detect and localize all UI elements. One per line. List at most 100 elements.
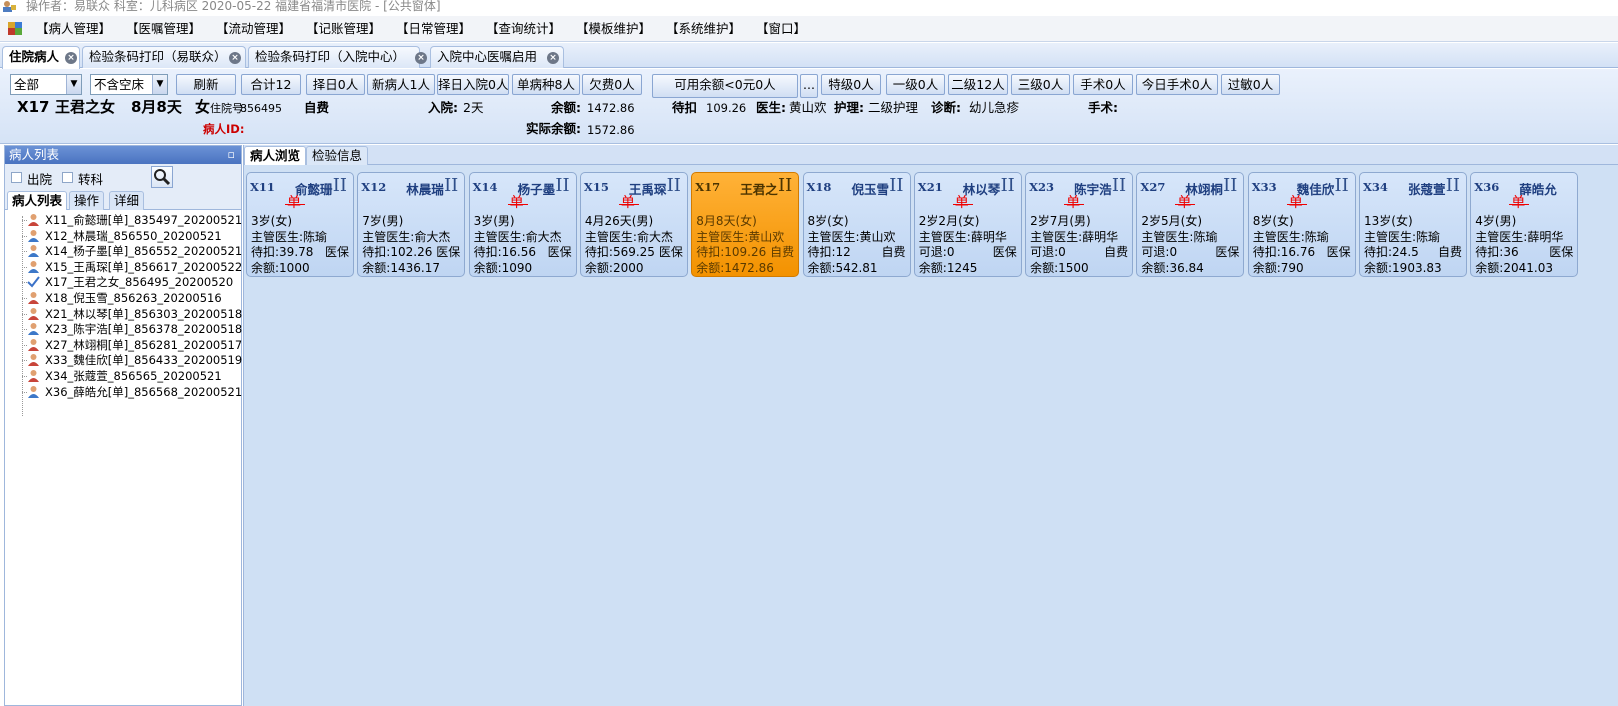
menu-daily-management[interactable]: 【日常管理】 bbox=[396, 22, 471, 36]
close-icon[interactable]: × bbox=[65, 52, 77, 64]
document-tab-strip: 住院病人 × 检验条码打印（易联众） × 检验条码打印（入院中心） × 入院中心… bbox=[0, 43, 1618, 69]
allergy-button[interactable]: 过敏0人 bbox=[1221, 74, 1280, 95]
close-icon[interactable]: × bbox=[229, 52, 241, 64]
bed-filter-select[interactable]: 不含空床 ▼ bbox=[90, 74, 168, 95]
special-level-button[interactable]: 特级0人 bbox=[821, 74, 881, 95]
patient-card[interactable]: X11 俞懿珊 II 单 3岁(女) 主管医生:陈瑜 待扣:39.78 医保 余额:1000 bbox=[246, 172, 354, 277]
tab-admission-order-enable[interactable]: 入院中心医嘱启用 × bbox=[430, 46, 564, 68]
menu-query-statistics[interactable]: 【查询统计】 bbox=[486, 22, 561, 36]
tree-connector bbox=[22, 313, 27, 315]
menu-template-maintenance[interactable]: 【模板维护】 bbox=[576, 22, 651, 36]
card-pending: 0 bbox=[1058, 245, 1066, 259]
patient-tree-item[interactable]: X12_林晨瑞_856550_20200521 bbox=[22, 228, 222, 244]
transfer-checkbox[interactable] bbox=[62, 172, 73, 183]
total-button[interactable]: 合计12 bbox=[241, 74, 301, 95]
menu-system-maintenance[interactable]: 【系统维护】 bbox=[666, 22, 741, 36]
more-options-button[interactable]: ... bbox=[800, 74, 818, 98]
scheduled-admission-button[interactable]: 择日入院0人 bbox=[437, 74, 509, 95]
level-one-button[interactable]: 一级0人 bbox=[886, 74, 945, 95]
card-doctor: 陈瑜 bbox=[1304, 230, 1329, 244]
bed-filter-value: 不含空床 bbox=[94, 77, 145, 92]
surgery-button[interactable]: 手术0人 bbox=[1073, 74, 1133, 95]
tab-barcode-print-ylz[interactable]: 检验条码打印（易联众） × bbox=[82, 46, 246, 68]
card-nursing-level: II bbox=[1000, 175, 1015, 196]
discharged-label: 出院 bbox=[27, 172, 53, 187]
patient-tree-item[interactable]: X14_杨子墨[单]_856552_20200521 bbox=[22, 243, 242, 259]
arrears-button[interactable]: 欠费0人 bbox=[582, 74, 642, 95]
discharged-checkbox[interactable] bbox=[11, 172, 22, 183]
patient-tree-item[interactable]: X36_薛皓允[单]_856568_20200521 bbox=[22, 384, 242, 400]
new-patients-button[interactable]: 新病人1人 bbox=[367, 74, 435, 95]
menu-patient-management[interactable]: 【病人管理】 bbox=[36, 22, 111, 36]
card-pending-label: 可退: bbox=[1141, 245, 1170, 259]
pin-icon[interactable]: ▫ bbox=[228, 146, 235, 164]
patient-tree-item[interactable]: X11_俞懿珊[单]_835497_20200521 bbox=[22, 212, 242, 228]
tab-inpatients[interactable]: 住院病人 × bbox=[2, 46, 80, 69]
patient-tree-item[interactable]: X34_张蔻萱_856565_20200521 bbox=[22, 368, 222, 384]
patient-card[interactable]: X17 王君之 II 8月8天(女) 主管医生:黄山欢 待扣:109.26 自费 余额:147… bbox=[691, 172, 800, 277]
patient-card[interactable]: X18 倪玉雪 II 8岁(女) 主管医生:黄山欢 待扣:12 自费 余额:542.81 bbox=[802, 172, 911, 277]
patient-card[interactable]: X12 林晨瑞 II 7岁(男) 主管医生:俞大杰 待扣:102.26 医保 余额:1436.… bbox=[357, 172, 466, 277]
level-two-button[interactable]: 二级12人 bbox=[948, 74, 1008, 95]
card-pending: 0 bbox=[1169, 245, 1178, 259]
today-surgery-button[interactable]: 今日手术0人 bbox=[1136, 74, 1218, 95]
patient-card[interactable]: X34 张蔻萱 II 13岁(女) 主管医生:陈瑜 待扣:24.5 自费 余额:1903.83 bbox=[1359, 172, 1467, 277]
card-nursing-level: II bbox=[332, 175, 347, 196]
patient-tree-item[interactable]: X17_王君之女_856495_20200520 bbox=[22, 274, 233, 290]
single-disease-button[interactable]: 单病种8人 bbox=[512, 74, 580, 95]
patient-card[interactable]: X21 林以琴 II 单 2岁2月(女) 主管医生:薛明华 可退:0 医保 余额:1245 bbox=[913, 172, 1022, 277]
menu-billing-management[interactable]: 【记账管理】 bbox=[306, 22, 381, 36]
patient-card[interactable]: X15 王禹琛 II 单 4月26天(男) 主管医生:俞大杰 待扣:569.25 医保 余额:2… bbox=[579, 172, 688, 277]
patient-tree-item[interactable]: X23_陈宇浩[单]_856378_20200518 bbox=[22, 321, 242, 337]
card-pending-label: 待扣: bbox=[362, 245, 391, 259]
menu-window[interactable]: 【窗口】 bbox=[756, 22, 806, 36]
card-nursing-level: II bbox=[1334, 175, 1349, 196]
close-icon[interactable]: × bbox=[415, 52, 427, 64]
card-age: 8岁(女) bbox=[1252, 214, 1294, 228]
patient-tree-item[interactable]: X18_倪玉雪_856263_20200516 bbox=[22, 290, 222, 306]
patient-card[interactable]: X23 陈宇浩 II 单 2岁7月(男) 主管医生:薛明华 可退:0 自费 余额:1500 bbox=[1025, 172, 1134, 277]
patient-tree-item[interactable]: X33_魏佳欣[单]_856433_20200519 bbox=[22, 352, 242, 368]
tab-barcode-print-admission[interactable]: 检验条码打印（入院中心） × bbox=[248, 46, 427, 68]
ward-filter-select[interactable]: 全部 ▼ bbox=[10, 74, 82, 95]
card-bed: X17 bbox=[695, 180, 721, 194]
card-bed: X33 bbox=[1251, 180, 1277, 194]
patient-tree-item[interactable]: X27_林翊桐[单]_856281_20200517 bbox=[22, 337, 242, 353]
patient-tree-item[interactable]: X15_王禹琛[单]_856617_20200522 bbox=[22, 259, 242, 275]
patient-card[interactable]: X33 魏佳欣 II 单 8岁(女) 主管医生:陈瑜 待扣:16.76 医保 余额:790 bbox=[1247, 172, 1356, 277]
chevron-down-icon[interactable]: ▼ bbox=[66, 75, 81, 94]
menu-order-management[interactable]: 【医嘱管理】 bbox=[126, 22, 201, 36]
card-age: 7岁(男) bbox=[362, 214, 404, 228]
patient-card[interactable]: X36 薛皓允单 4岁(男) 主管医生:薛明华 待扣:36 医保 余额:2041.03 bbox=[1470, 172, 1579, 277]
tree-connector bbox=[22, 329, 27, 331]
card-insurance: 医保 bbox=[324, 245, 349, 259]
card-balance: 1436.17 bbox=[390, 261, 440, 275]
level-three-button[interactable]: 三级0人 bbox=[1011, 74, 1070, 95]
card-age: 8月8天(女) bbox=[696, 214, 757, 228]
refresh-button[interactable]: 刷新 bbox=[176, 74, 236, 95]
tab-details[interactable]: 详细 bbox=[109, 191, 145, 210]
window-menu-icon[interactable] bbox=[8, 22, 22, 35]
card-pending: 24.5 bbox=[1392, 245, 1419, 259]
card-pending: 36 bbox=[1503, 245, 1519, 259]
close-icon[interactable]: × bbox=[547, 52, 559, 64]
search-button[interactable] bbox=[151, 166, 173, 188]
patient-tree-item[interactable]: X21_林以琴[单]_856303_20200518 bbox=[22, 306, 242, 322]
tab-patient-list[interactable]: 病人列表 bbox=[7, 191, 68, 210]
patient-card[interactable]: X14 杨子墨 II 单 3岁(男) 主管医生:俞大杰 待扣:16.56 医保 余额:1090 bbox=[468, 172, 577, 277]
fee-type: 自费 bbox=[304, 100, 330, 115]
tree-connector bbox=[22, 266, 27, 268]
tab-patient-browse[interactable]: 病人浏览 bbox=[244, 146, 307, 165]
card-pending-label: 待扣: bbox=[1364, 245, 1393, 259]
menu-flow-management[interactable]: 【流动管理】 bbox=[216, 22, 291, 36]
tab-lab-info[interactable]: 检验信息 bbox=[306, 146, 369, 165]
card-doctor: 陈瑜 bbox=[1193, 230, 1218, 244]
tab-operations[interactable]: 操作 bbox=[69, 191, 105, 210]
available-balance-button[interactable]: 可用余额<0元0人 bbox=[652, 74, 798, 98]
scheduled-day-button[interactable]: 择日0人 bbox=[306, 74, 365, 95]
card-pending-label: 可退: bbox=[918, 245, 947, 259]
admission-label: 入院: bbox=[428, 100, 458, 115]
patient-card[interactable]: X27 林翊桐 II 单 2岁5月(女) 主管医生:陈瑜 可退:0 医保 余额:36.84 bbox=[1136, 172, 1245, 277]
male-patient-icon bbox=[28, 260, 39, 273]
chevron-down-icon[interactable]: ▼ bbox=[152, 75, 167, 94]
